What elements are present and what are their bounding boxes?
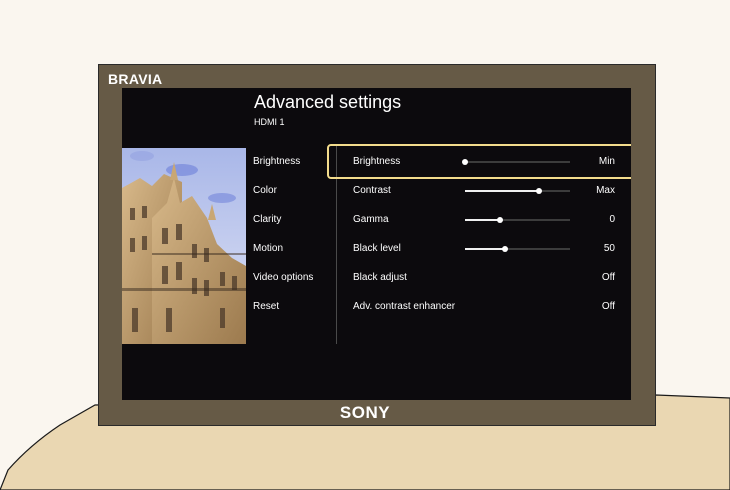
settings-list: Brightness Min Contrast Max Gamma 0 Blac… <box>353 152 615 326</box>
setting-value: Max <box>596 185 615 196</box>
brightness-slider[interactable] <box>462 159 570 165</box>
setting-row-black-level[interactable]: Black level 50 <box>353 239 615 268</box>
setting-value: 0 <box>609 214 615 225</box>
menu-item-reset[interactable]: Reset <box>253 297 335 326</box>
setting-label: Black level <box>353 243 401 254</box>
setting-label: Adv. contrast enhancer <box>353 301 456 312</box>
setting-value: Min <box>598 156 615 167</box>
input-source-label: HDMI 1 <box>254 117 285 127</box>
slider-knob[interactable] <box>535 188 542 194</box>
gamma-slider[interactable] <box>465 217 570 223</box>
slider-fill <box>465 219 500 221</box>
sony-logo: SONY <box>339 403 391 422</box>
menu-item-clarity[interactable]: Clarity <box>253 210 335 239</box>
slider-knob[interactable] <box>462 159 468 165</box>
setting-value: Off <box>601 301 615 312</box>
setting-row-black-adjust[interactable]: Black adjust Off <box>353 268 615 297</box>
setting-label: Black adjust <box>353 272 407 283</box>
bravia-logo: BRAVIA <box>108 71 163 87</box>
setting-row-contrast[interactable]: Contrast Max <box>353 181 615 210</box>
setting-row-adv-contrast-enhancer[interactable]: Adv. contrast enhancer Off <box>353 297 615 326</box>
preview-image <box>122 148 246 344</box>
menu-item-brightness[interactable]: Brightness <box>253 152 335 181</box>
setting-value: 50 <box>603 243 615 254</box>
page-title: Advanced settings <box>254 92 402 112</box>
menu-item-color[interactable]: Color <box>253 181 335 210</box>
setting-label: Gamma <box>353 214 389 225</box>
slider-knob[interactable] <box>501 246 508 252</box>
category-menu: Brightness Color Clarity Motion Video op… <box>253 152 335 326</box>
slider-fill <box>465 190 539 192</box>
setting-value: Off <box>601 272 615 283</box>
setting-row-gamma[interactable]: Gamma 0 <box>353 210 615 239</box>
setting-label: Contrast <box>353 185 391 196</box>
slider-fill <box>465 248 505 250</box>
setting-row-brightness[interactable]: Brightness Min <box>353 152 615 181</box>
tv-screen: Advanced settings HDMI 1 Brightness Colo… <box>122 88 631 400</box>
black-level-slider[interactable] <box>465 246 570 252</box>
setting-label: Brightness <box>353 156 401 167</box>
slider-knob[interactable] <box>496 217 503 223</box>
contrast-slider[interactable] <box>465 188 570 194</box>
menu-item-motion[interactable]: Motion <box>253 239 335 268</box>
menu-item-video-options[interactable]: Video options <box>253 268 335 297</box>
